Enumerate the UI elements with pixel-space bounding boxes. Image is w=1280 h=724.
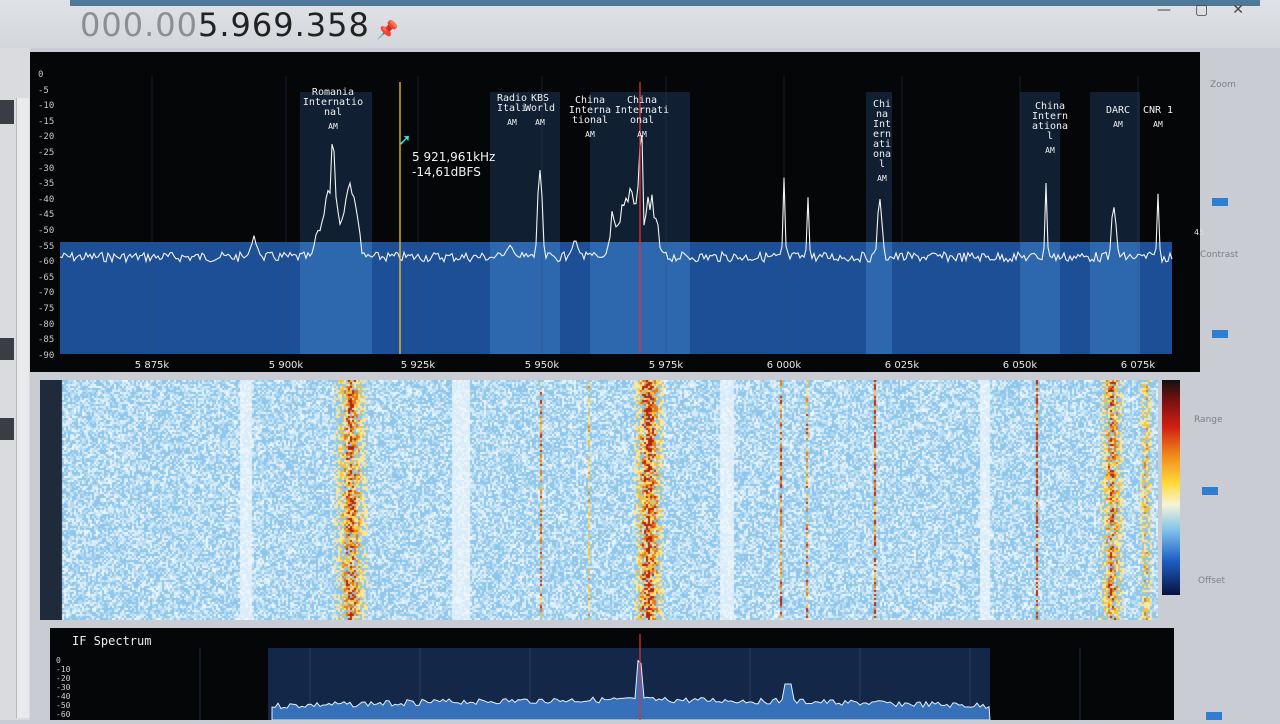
window-controls: — ▢ ✕ — [1157, 2, 1244, 18]
zoom-label: Zoom — [1210, 80, 1236, 90]
offset-label: Offset — [1198, 576, 1226, 586]
x-tick-label: 5 900k — [268, 360, 304, 371]
left-scrollbar[interactable] — [16, 98, 29, 718]
station-label[interactable]: China Interna tional AM — [569, 96, 611, 140]
zoom-slider[interactable] — [1212, 198, 1228, 206]
y-tick-label: -35 — [38, 179, 55, 190]
station-name: Chi na Int ern ati ona l — [872, 99, 892, 170]
y-tick-label: -15 — [38, 116, 55, 127]
station-label[interactable]: China Intern ationa l AM — [1032, 102, 1068, 156]
station-mode: AM — [637, 130, 647, 139]
station-mode: AM — [507, 118, 517, 127]
cursor-tooltip: 5 921,961kHz -14,61dBFS — [412, 150, 495, 180]
frequency-leading-digits[interactable]: 000.00 — [80, 6, 198, 44]
if-y-tick-label: -30 — [56, 683, 71, 692]
if-y-tick-label: -40 — [56, 692, 71, 701]
station-name: DARC — [1105, 105, 1131, 116]
station-label[interactable]: CNR 1 AM — [1143, 106, 1173, 130]
y-tick-label: -50 — [38, 226, 55, 236]
title-bar: 000.005.969.358 📌 — ▢ ✕ — [0, 0, 1280, 48]
x-tick-label: 5 925k — [400, 360, 436, 371]
contrast-slider[interactable] — [1212, 330, 1228, 338]
station-label[interactable]: Radio Itali AM — [497, 94, 527, 128]
x-tick-label: 5 950k — [524, 360, 560, 371]
station-mode: AM — [1113, 120, 1123, 129]
left-control-strip — [0, 48, 30, 720]
range-label: Range — [1194, 415, 1223, 425]
x-tick-label: 5 875k — [134, 360, 170, 371]
y-tick-label: -10 — [38, 101, 55, 112]
if-y-tick-label: 0 — [56, 656, 61, 665]
frequency-display[interactable]: 000.005.969.358 — [80, 6, 370, 44]
x-tick-label: 6 025k — [884, 360, 920, 371]
left-panel-block[interactable] — [0, 100, 14, 124]
station-name: CNR 1 — [1142, 105, 1174, 116]
y-tick-label: -65 — [38, 272, 55, 283]
station-band-fill — [490, 242, 560, 354]
left-panel-block[interactable] — [0, 338, 14, 360]
y-tick-label: -60 — [38, 257, 55, 268]
x-tick-label: 6 075k — [1120, 360, 1156, 371]
station-name: KBS World — [524, 93, 556, 114]
x-tick-label: 6 050k — [1002, 360, 1038, 371]
station-band-fill — [300, 242, 372, 354]
x-tick-label: 6 000k — [766, 360, 802, 371]
y-tick-label: -85 — [38, 335, 55, 346]
contrast-label: Contrast — [1200, 250, 1239, 260]
station-mode: AM — [535, 118, 545, 127]
y-tick-label: -75 — [38, 304, 55, 314]
range-slider[interactable] — [1202, 487, 1218, 495]
maximize-icon[interactable]: ▢ — [1195, 2, 1208, 18]
station-mode: AM — [328, 122, 338, 131]
y-tick-label: -80 — [38, 319, 55, 330]
y-tick-label: -45 — [38, 210, 55, 221]
station-name: China Intern ationa l — [1031, 101, 1069, 142]
station-mode: AM — [1045, 146, 1055, 155]
pin-icon[interactable]: 📌 — [376, 20, 398, 41]
station-mode: AM — [1153, 120, 1163, 129]
if-y-tick-label: -60 — [56, 710, 71, 719]
y-tick-label: -20 — [38, 132, 55, 143]
station-name: Romania Internatio nal — [302, 87, 364, 118]
minimize-icon[interactable]: — — [1157, 2, 1171, 18]
x-tick-label: 5 975k — [648, 360, 684, 371]
station-mode: AM — [877, 174, 887, 183]
tooltip-frequency: 5 921,961kHz — [412, 150, 496, 164]
station-label[interactable]: Romania Internatio nal AM — [303, 88, 363, 132]
waterfall-display[interactable] — [40, 380, 1158, 620]
frequency-digits[interactable]: 5.969.358 — [198, 6, 370, 44]
offset-slider[interactable] — [1206, 712, 1222, 720]
y-tick-label: -5 — [38, 85, 49, 96]
y-tick-label: -30 — [38, 163, 55, 174]
level-bar-top-label: 45 — [1194, 228, 1205, 237]
station-name: China Interna tional — [568, 95, 612, 126]
y-tick-label: -55 — [38, 241, 55, 252]
station-label[interactable]: DARC AM — [1106, 106, 1130, 130]
station-name: China Internati onal — [614, 95, 670, 126]
if-y-tick-label: -50 — [56, 701, 71, 710]
tooltip-level: -14,61dBFS — [412, 165, 481, 179]
station-mode: AM — [585, 130, 595, 139]
waterfall-canvas[interactable] — [40, 380, 1158, 620]
station-label[interactable]: China Internati onal AM — [615, 96, 669, 140]
if-spectrum-panel[interactable]: IF Spectrum 0 -10 -20 -30 -40 -50 -60 — [50, 628, 1174, 721]
station-label[interactable]: KBS World AM — [525, 94, 555, 128]
mouse-cursor-icon: ➚ — [398, 130, 412, 149]
if-spectrum-title: IF Spectrum — [72, 634, 152, 648]
waterfall-color-scale — [1162, 380, 1180, 595]
y-tick-label: 0 — [38, 70, 44, 80]
if-spectrum-plot[interactable] — [50, 628, 1174, 721]
y-tick-label: -25 — [38, 148, 55, 158]
spectrum-analyzer[interactable]: 0 -5 -10 -15 -20 -25 -30 -35 -40 -45 -50 -55 -60 -65 -… — [30, 52, 1204, 372]
close-icon[interactable]: ✕ — [1232, 2, 1244, 18]
y-tick-label: -70 — [38, 288, 55, 299]
y-tick-label: -90 — [38, 350, 55, 361]
y-tick-label: -40 — [38, 194, 55, 205]
if-y-tick-label: -10 — [56, 665, 71, 674]
left-panel-block[interactable] — [0, 418, 14, 440]
station-label[interactable]: Chi na Int ern ati ona l AM — [873, 100, 891, 184]
station-name: Radio Itali — [496, 93, 528, 114]
if-y-tick-label: -20 — [56, 674, 71, 683]
